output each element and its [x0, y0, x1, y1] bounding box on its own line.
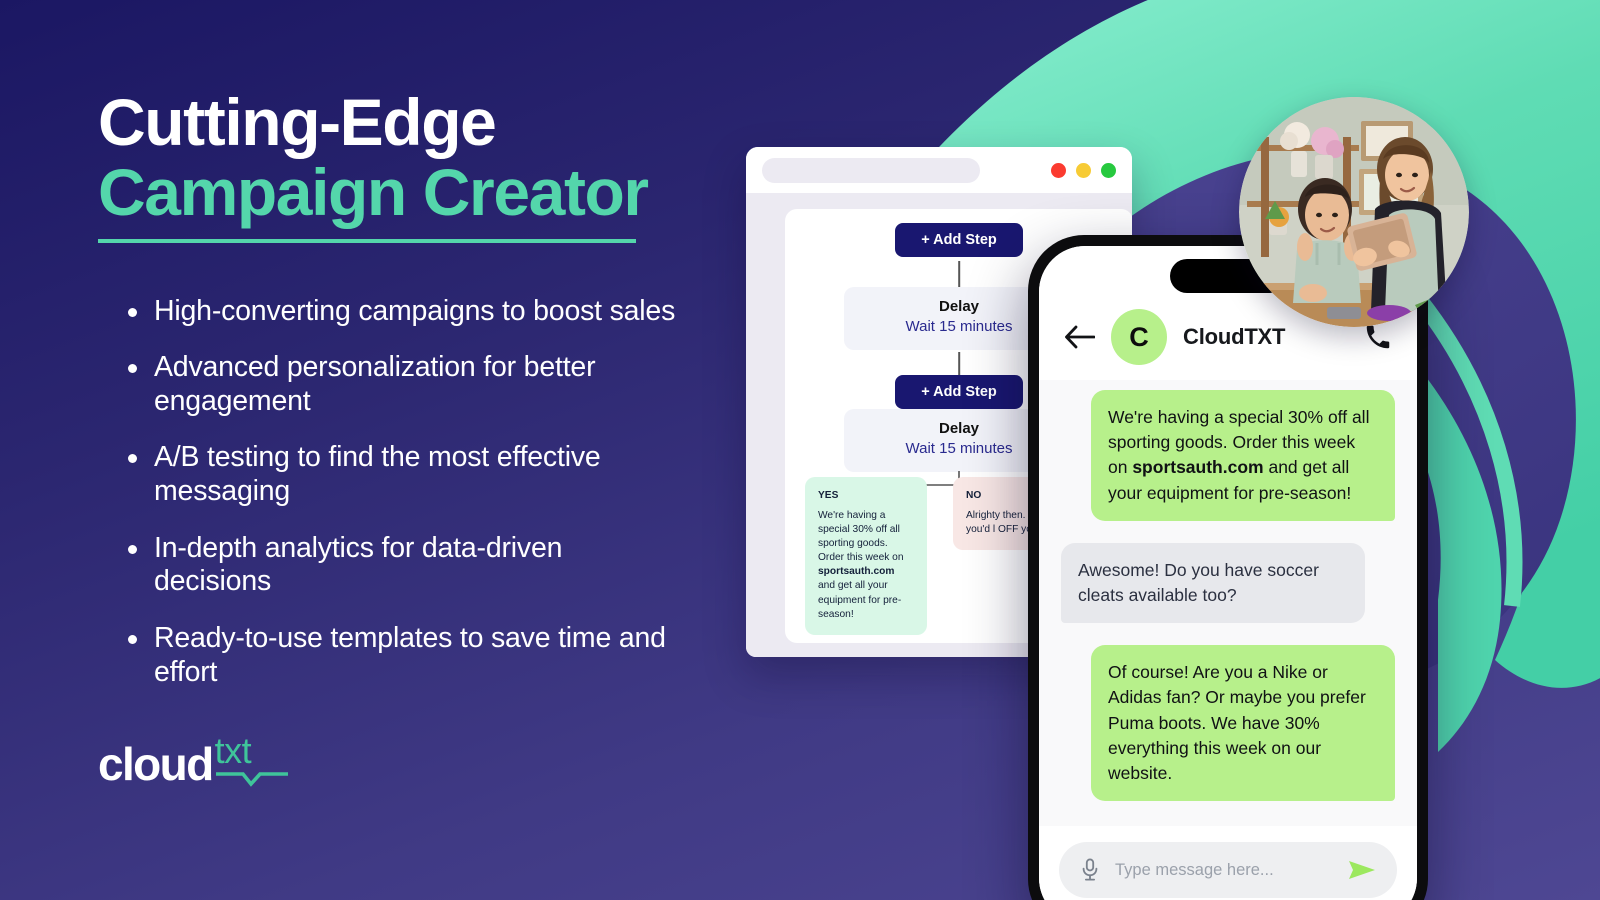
- bullet-dot-icon: [128, 634, 137, 644]
- branch-text-before: We're having a special 30% off all sport…: [818, 510, 904, 564]
- flow-connector: [958, 352, 960, 377]
- flow-connector: [958, 261, 960, 289]
- minimize-window-icon[interactable]: [1076, 162, 1091, 178]
- maximize-window-icon[interactable]: [1101, 162, 1116, 178]
- copy-column: Cutting-Edge Campaign Creator High-conve…: [98, 85, 678, 712]
- logo-primary-text: cloud: [98, 738, 214, 790]
- feature-list: High-converting campaigns to boost sales…: [98, 295, 678, 690]
- add-step-button[interactable]: + Add Step: [895, 223, 1023, 257]
- browser-toolbar: [746, 147, 1132, 193]
- list-item-label: Advanced personalization for better enga…: [154, 351, 596, 417]
- list-item: A/B testing to find the most effective m…: [98, 441, 678, 508]
- branch-label: YES: [818, 490, 839, 501]
- microphone-icon[interactable]: [1079, 857, 1101, 883]
- close-window-icon[interactable]: [1051, 162, 1066, 178]
- list-item-label: In-depth analytics for data-driven decis…: [154, 531, 563, 598]
- phone-icon[interactable]: [1363, 322, 1393, 352]
- list-item-label: Ready-to-use templates to save time and …: [154, 621, 666, 688]
- promo-banner: Cutting-Edge Campaign Creator High-conve…: [0, 0, 1600, 900]
- branch-link[interactable]: sportsauth.com: [818, 566, 894, 577]
- chat-tail-icon: [215, 772, 288, 787]
- add-step-button[interactable]: + Add Step: [895, 375, 1023, 409]
- bullet-dot-icon: [128, 544, 137, 554]
- list-item: In-depth analytics for data-driven decis…: [98, 532, 678, 599]
- bullet-dot-icon: [128, 454, 137, 464]
- teal-accent-stroke: [1413, 295, 1523, 607]
- list-item-label: A/B testing to find the most effective m…: [154, 441, 601, 508]
- flow-branch-card-yes[interactable]: YES We're having a special 30% off all s…: [805, 477, 927, 635]
- chat-bubble-incoming: Awesome! Do you have soccer cleats avail…: [1061, 542, 1365, 624]
- message-composer: Type message here...: [1039, 826, 1417, 900]
- title-underline: [98, 238, 636, 243]
- avatar-letter: C: [1129, 321, 1149, 352]
- chat-bubble-outgoing: Of course! Are you a Nike or Adidas fan?…: [1091, 645, 1395, 802]
- bullet-dot-icon: [128, 307, 137, 317]
- list-item: Ready-to-use templates to save time and …: [98, 622, 678, 689]
- avatar: C: [1111, 309, 1167, 365]
- composer-input-pill[interactable]: Type message here...: [1059, 842, 1397, 898]
- shop-photo: [1239, 97, 1469, 327]
- brand-logo: cloud txt: [98, 733, 289, 787]
- message-input[interactable]: Type message here...: [1115, 861, 1333, 880]
- branch-text-after: and get all your equipment for pre-seaso…: [818, 580, 902, 620]
- page-title-line1: Cutting-Edge: [98, 85, 497, 159]
- logo-secondary-group: txt: [215, 733, 289, 787]
- arrow-left-icon[interactable]: [1063, 324, 1095, 350]
- window-controls: [1051, 162, 1116, 178]
- list-item-label: High-converting campaigns to boost sales: [154, 294, 676, 327]
- list-item: Advanced personalization for better enga…: [98, 351, 678, 418]
- contact-name: CloudTXT: [1183, 324, 1286, 349]
- message-text: Of course! Are you a Nike or Adidas fan?…: [1108, 662, 1366, 783]
- logo-secondary-text: txt: [214, 730, 252, 771]
- send-icon[interactable]: [1347, 857, 1377, 883]
- list-item: High-converting campaigns to boost sales: [98, 295, 678, 329]
- chat-message-list: We're having a special 30% off all sport…: [1039, 380, 1417, 826]
- chat-bubble-outgoing: We're having a special 30% off all sport…: [1091, 390, 1395, 521]
- url-bar[interactable]: [762, 157, 980, 183]
- phone-mockup: C CloudTXT We're having a special 30% of…: [1028, 235, 1428, 900]
- message-text: Awesome! Do you have soccer cleats avail…: [1078, 559, 1319, 605]
- phone-screen: C CloudTXT We're having a special 30% of…: [1039, 246, 1417, 900]
- bullet-dot-icon: [128, 364, 137, 374]
- message-link[interactable]: sportsauth.com: [1132, 457, 1263, 477]
- page-title-line2: Campaign Creator: [98, 155, 649, 230]
- photo-avatar-circle: [1239, 97, 1469, 327]
